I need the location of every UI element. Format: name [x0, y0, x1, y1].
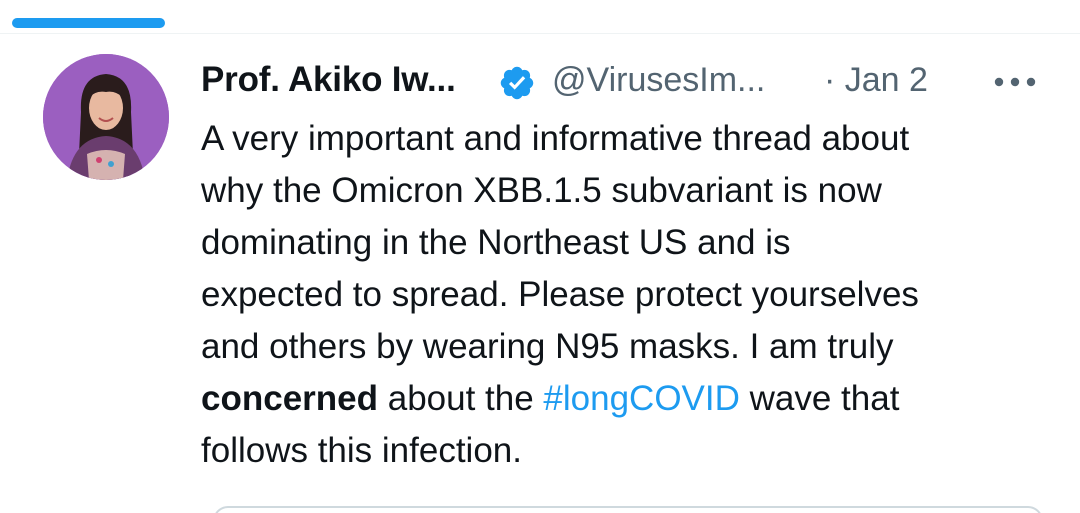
verified-badge-icon	[500, 66, 534, 100]
avatar-image	[43, 54, 169, 180]
quoted-tweet-card[interactable]	[213, 506, 1043, 513]
active-tab-indicator	[12, 18, 165, 28]
tweet-body: A very important and informative thread …	[201, 113, 1051, 477]
tweet-header: Prof. Akiko Iw... @VirusesIm... · Jan 2	[201, 56, 1061, 104]
tweet-text-line: concerned about the #longCOVID wave that	[201, 373, 1051, 425]
more-options-icon[interactable]	[991, 68, 1039, 96]
author-handle[interactable]: @VirusesIm...	[552, 61, 765, 100]
tweet-text-line: why the Omicron XBB.1.5 subvariant is no…	[201, 171, 882, 210]
author-name[interactable]: Prof. Akiko Iw...	[201, 60, 456, 100]
tweet-text-line: dominating in the Northeast US and is	[201, 223, 791, 262]
tweet-text-line: A very important and informative thread …	[201, 119, 910, 158]
tweet-text-line: and others by wearing N95 masks. I am tr…	[201, 327, 894, 366]
tweet-text-fragment: about the	[378, 379, 544, 418]
tweet-text-fragment: wave that	[739, 379, 900, 418]
hashtag-link[interactable]: #longCOVID	[543, 379, 739, 418]
divider	[0, 33, 1080, 34]
tweet-text-line: follows this infection.	[201, 431, 522, 470]
tweet-date[interactable]: · Jan 2	[824, 61, 928, 100]
avatar[interactable]	[43, 54, 169, 180]
tweet-view: Prof. Akiko Iw... @VirusesIm... · Jan 2 …	[0, 0, 1080, 513]
bold-text: concerned	[201, 379, 378, 418]
tweet-text-line: expected to spread. Please protect yours…	[201, 275, 919, 314]
